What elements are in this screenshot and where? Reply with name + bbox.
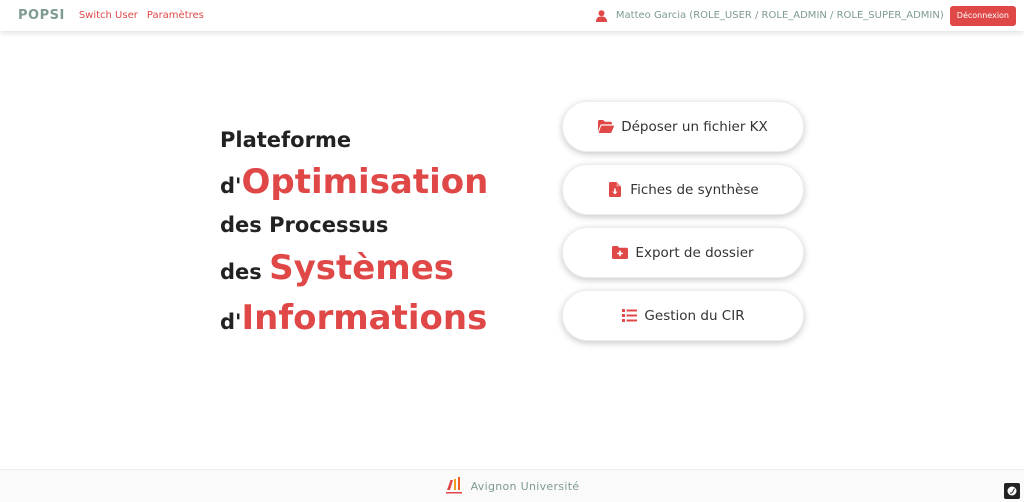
hero-line-3: des Processus bbox=[220, 215, 388, 236]
hero-line-2-prefix: d' bbox=[220, 174, 242, 198]
hero-line-5: d'Informations bbox=[220, 301, 487, 335]
current-user-name: Matteo Garcia (ROLE_USER / ROLE_ADMIN / … bbox=[615, 10, 944, 21]
user-icon bbox=[595, 9, 610, 22]
action-menu: Déposer un fichier KX Fiches de synthèse… bbox=[562, 101, 804, 353]
hero-line-2: d'Optimisation bbox=[220, 165, 488, 199]
hero-line-5-word: Informations bbox=[241, 298, 488, 338]
folder-plus-icon bbox=[612, 246, 629, 260]
symfony-toolbar-icon[interactable] bbox=[1004, 483, 1020, 499]
list-icon bbox=[621, 309, 637, 323]
avignon-universite-logo bbox=[445, 477, 462, 494]
file-download-icon bbox=[607, 182, 623, 197]
university-logo[interactable]: Avignon Université bbox=[445, 476, 580, 496]
hero-line-4-prefix: des bbox=[220, 260, 270, 284]
logout-button[interactable]: Déconnexion bbox=[949, 5, 1016, 26]
upload-kx-label: Déposer un fichier KX bbox=[621, 118, 768, 135]
cir-management-button[interactable]: Gestion du CIR bbox=[562, 290, 804, 341]
cir-management-label: Gestion du CIR bbox=[644, 307, 745, 324]
brand-logo[interactable]: POPSI bbox=[18, 8, 65, 23]
hero-line-1-text: Plateforme bbox=[220, 128, 352, 152]
summary-sheets-label: Fiches de synthèse bbox=[630, 181, 759, 198]
export-folder-label: Export de dossier bbox=[635, 244, 754, 261]
settings-link[interactable]: Paramètres bbox=[147, 10, 204, 21]
export-folder-button[interactable]: Export de dossier bbox=[562, 227, 804, 278]
current-user: Matteo Garcia (ROLE_USER / ROLE_ADMIN / … bbox=[595, 9, 944, 22]
hero-line-1: Plateforme bbox=[220, 130, 351, 151]
hero-line-2-word: Optimisation bbox=[241, 162, 489, 202]
folder-open-icon bbox=[598, 120, 615, 134]
navbar: POPSI Switch User Paramètres Matteo Garc… bbox=[0, 0, 1024, 31]
hero-line-5-prefix: d' bbox=[220, 310, 242, 334]
university-name: Avignon Université bbox=[470, 479, 580, 493]
hero-line-4: des Systèmes bbox=[220, 251, 454, 285]
upload-kx-button[interactable]: Déposer un fichier KX bbox=[562, 101, 804, 152]
switch-user-link[interactable]: Switch User bbox=[79, 10, 138, 21]
hero-line-3-text: des Processus bbox=[220, 213, 389, 237]
summary-sheets-button[interactable]: Fiches de synthèse bbox=[562, 164, 804, 215]
footer: Avignon Université bbox=[0, 469, 1024, 502]
hero-line-4-word: Systèmes bbox=[269, 248, 455, 288]
